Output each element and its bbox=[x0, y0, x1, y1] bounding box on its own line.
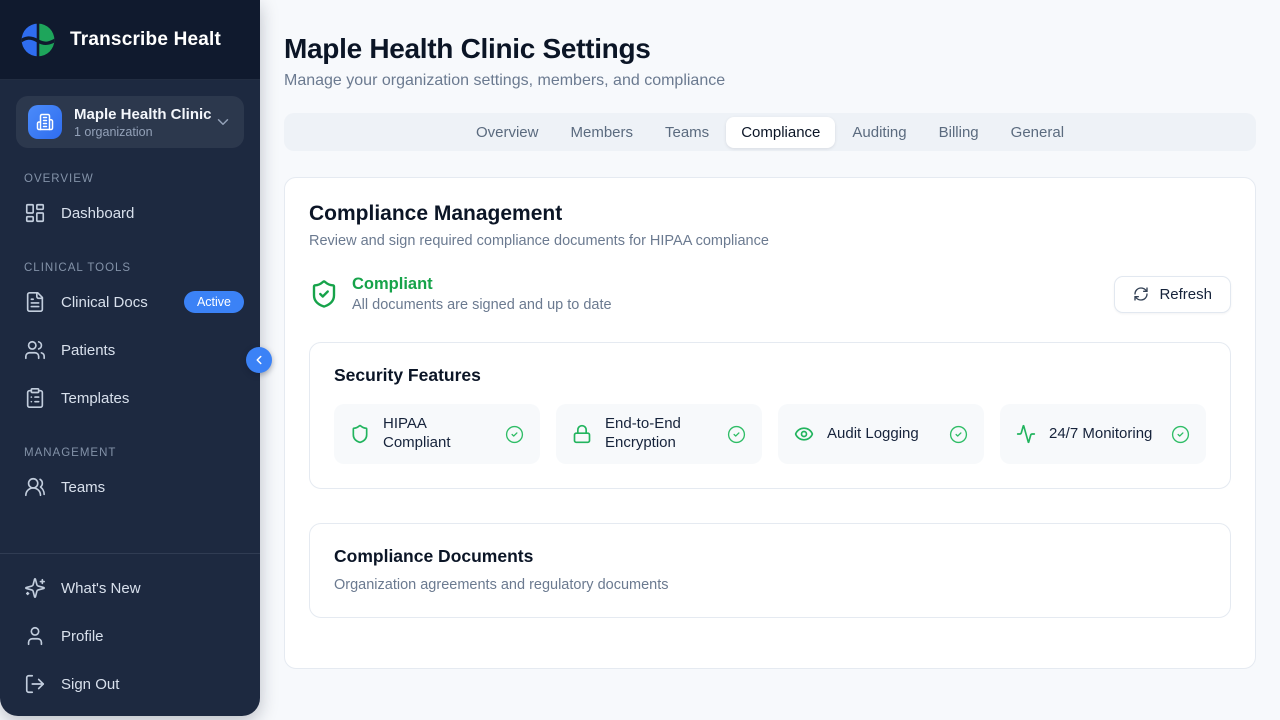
compliance-documents-title: Compliance Documents bbox=[334, 546, 1206, 567]
feature-tile-audit: Audit Logging bbox=[778, 404, 984, 464]
tab-members[interactable]: Members bbox=[555, 117, 648, 148]
compliance-documents-card: Compliance Documents Organization agreem… bbox=[309, 523, 1231, 618]
compliance-status-row: Compliant All documents are signed and u… bbox=[309, 275, 1231, 313]
sidebar-item-patients[interactable]: Patients bbox=[0, 326, 260, 374]
chevron-down-icon bbox=[214, 113, 232, 131]
sidebar-item-teams[interactable]: Teams bbox=[0, 463, 260, 511]
check-circle-icon bbox=[1171, 425, 1190, 444]
refresh-button[interactable]: Refresh bbox=[1114, 276, 1231, 313]
sidebar-item-label: Patients bbox=[61, 342, 115, 359]
main-content: Maple Health Clinic Settings Manage your… bbox=[260, 0, 1280, 720]
security-features-card: Security Features HIPAA Compliant End-t bbox=[309, 342, 1231, 489]
sidebar-item-profile[interactable]: Profile bbox=[0, 612, 260, 660]
check-circle-icon bbox=[949, 425, 968, 444]
sidebar-item-dashboard[interactable]: Dashboard bbox=[0, 189, 260, 237]
org-info: Maple Health Clinic 1 organization bbox=[74, 106, 202, 139]
sidebar-item-label: Profile bbox=[61, 628, 104, 645]
logout-icon bbox=[24, 673, 46, 695]
users-round-icon bbox=[24, 476, 46, 498]
dashboard-icon bbox=[24, 202, 46, 224]
feature-tile-monitoring: 24/7 Monitoring bbox=[1000, 404, 1206, 464]
check-circle-icon bbox=[727, 425, 746, 444]
sidebar-item-templates[interactable]: Templates bbox=[0, 374, 260, 422]
feature-label: End-to-End Encryption bbox=[605, 415, 714, 453]
clipboard-icon bbox=[24, 387, 46, 409]
lock-icon bbox=[572, 424, 592, 444]
compliance-status-text: Compliant All documents are signed and u… bbox=[352, 275, 612, 313]
settings-tabbar: Overview Members Teams Compliance Auditi… bbox=[284, 113, 1256, 151]
sparkles-icon bbox=[24, 577, 46, 599]
sidebar-item-label: Clinical Docs bbox=[61, 294, 148, 311]
check-circle-icon bbox=[505, 425, 524, 444]
sidebar-item-label: What's New bbox=[61, 580, 141, 597]
status-description: All documents are signed and up to date bbox=[352, 297, 612, 313]
users-icon bbox=[24, 339, 46, 361]
tab-compliance[interactable]: Compliance bbox=[726, 117, 835, 148]
sidebar-item-label: Teams bbox=[61, 479, 105, 496]
section-label-overview: OVERVIEW bbox=[24, 173, 236, 185]
compliance-management-card: Compliance Management Review and sign re… bbox=[284, 177, 1256, 669]
compliance-documents-subtitle: Organization agreements and regulatory d… bbox=[334, 577, 1206, 593]
chevron-left-icon bbox=[252, 353, 266, 367]
sidebar-item-label: Templates bbox=[61, 390, 129, 407]
refresh-label: Refresh bbox=[1159, 286, 1212, 303]
tab-billing[interactable]: Billing bbox=[924, 117, 994, 148]
page-title: Maple Health Clinic Settings bbox=[284, 33, 1256, 65]
section-label-clinical-tools: CLINICAL TOOLS bbox=[24, 262, 236, 274]
tab-general[interactable]: General bbox=[996, 117, 1079, 148]
document-icon bbox=[24, 291, 46, 313]
feature-label: 24/7 Monitoring bbox=[1049, 425, 1158, 444]
feature-label: Audit Logging bbox=[827, 425, 936, 444]
app-header: Transcribe Healt bbox=[0, 0, 260, 80]
status-badge: Compliant bbox=[352, 275, 612, 294]
sidebar-footer: What's New Profile Sign Out bbox=[0, 553, 260, 708]
active-badge: Active bbox=[184, 291, 244, 313]
sidebar-collapse-button[interactable] bbox=[246, 347, 272, 373]
org-meta: 1 organization bbox=[74, 125, 202, 139]
org-selector[interactable]: Maple Health Clinic 1 organization bbox=[16, 96, 244, 148]
sidebar-item-sign-out[interactable]: Sign Out bbox=[0, 660, 260, 708]
tab-auditing[interactable]: Auditing bbox=[837, 117, 921, 148]
tab-overview[interactable]: Overview bbox=[461, 117, 554, 148]
app-title: Transcribe Healt bbox=[70, 29, 221, 51]
sidebar-item-label: Sign Out bbox=[61, 676, 119, 693]
sidebar-item-whats-new[interactable]: What's New bbox=[0, 564, 260, 612]
feature-tile-hipaa: HIPAA Compliant bbox=[334, 404, 540, 464]
activity-icon bbox=[1016, 424, 1036, 444]
sidebar-item-label: Dashboard bbox=[61, 205, 134, 222]
page-subtitle: Manage your organization settings, membe… bbox=[284, 72, 1256, 90]
sidebar-item-clinical-docs[interactable]: Clinical Docs Active bbox=[0, 278, 260, 326]
shield-check-icon bbox=[309, 279, 339, 309]
feature-label: HIPAA Compliant bbox=[383, 415, 492, 453]
tab-teams[interactable]: Teams bbox=[650, 117, 724, 148]
feature-tile-encryption: End-to-End Encryption bbox=[556, 404, 762, 464]
eye-icon bbox=[794, 424, 814, 444]
compliance-title: Compliance Management bbox=[309, 202, 1231, 226]
shield-icon bbox=[350, 424, 370, 444]
sidebar: Transcribe Healt Maple Health Clinic 1 o… bbox=[0, 0, 260, 716]
security-features-title: Security Features bbox=[334, 365, 1206, 386]
org-name: Maple Health Clinic bbox=[74, 106, 202, 123]
security-features-grid: HIPAA Compliant End-to-End Encryption bbox=[334, 404, 1206, 464]
app-logo-icon bbox=[20, 22, 56, 58]
section-label-management: MANAGEMENT bbox=[24, 447, 236, 459]
user-icon bbox=[24, 625, 46, 647]
compliance-subtitle: Review and sign required compliance docu… bbox=[309, 233, 1231, 249]
refresh-icon bbox=[1133, 286, 1149, 302]
building-icon bbox=[28, 105, 62, 139]
